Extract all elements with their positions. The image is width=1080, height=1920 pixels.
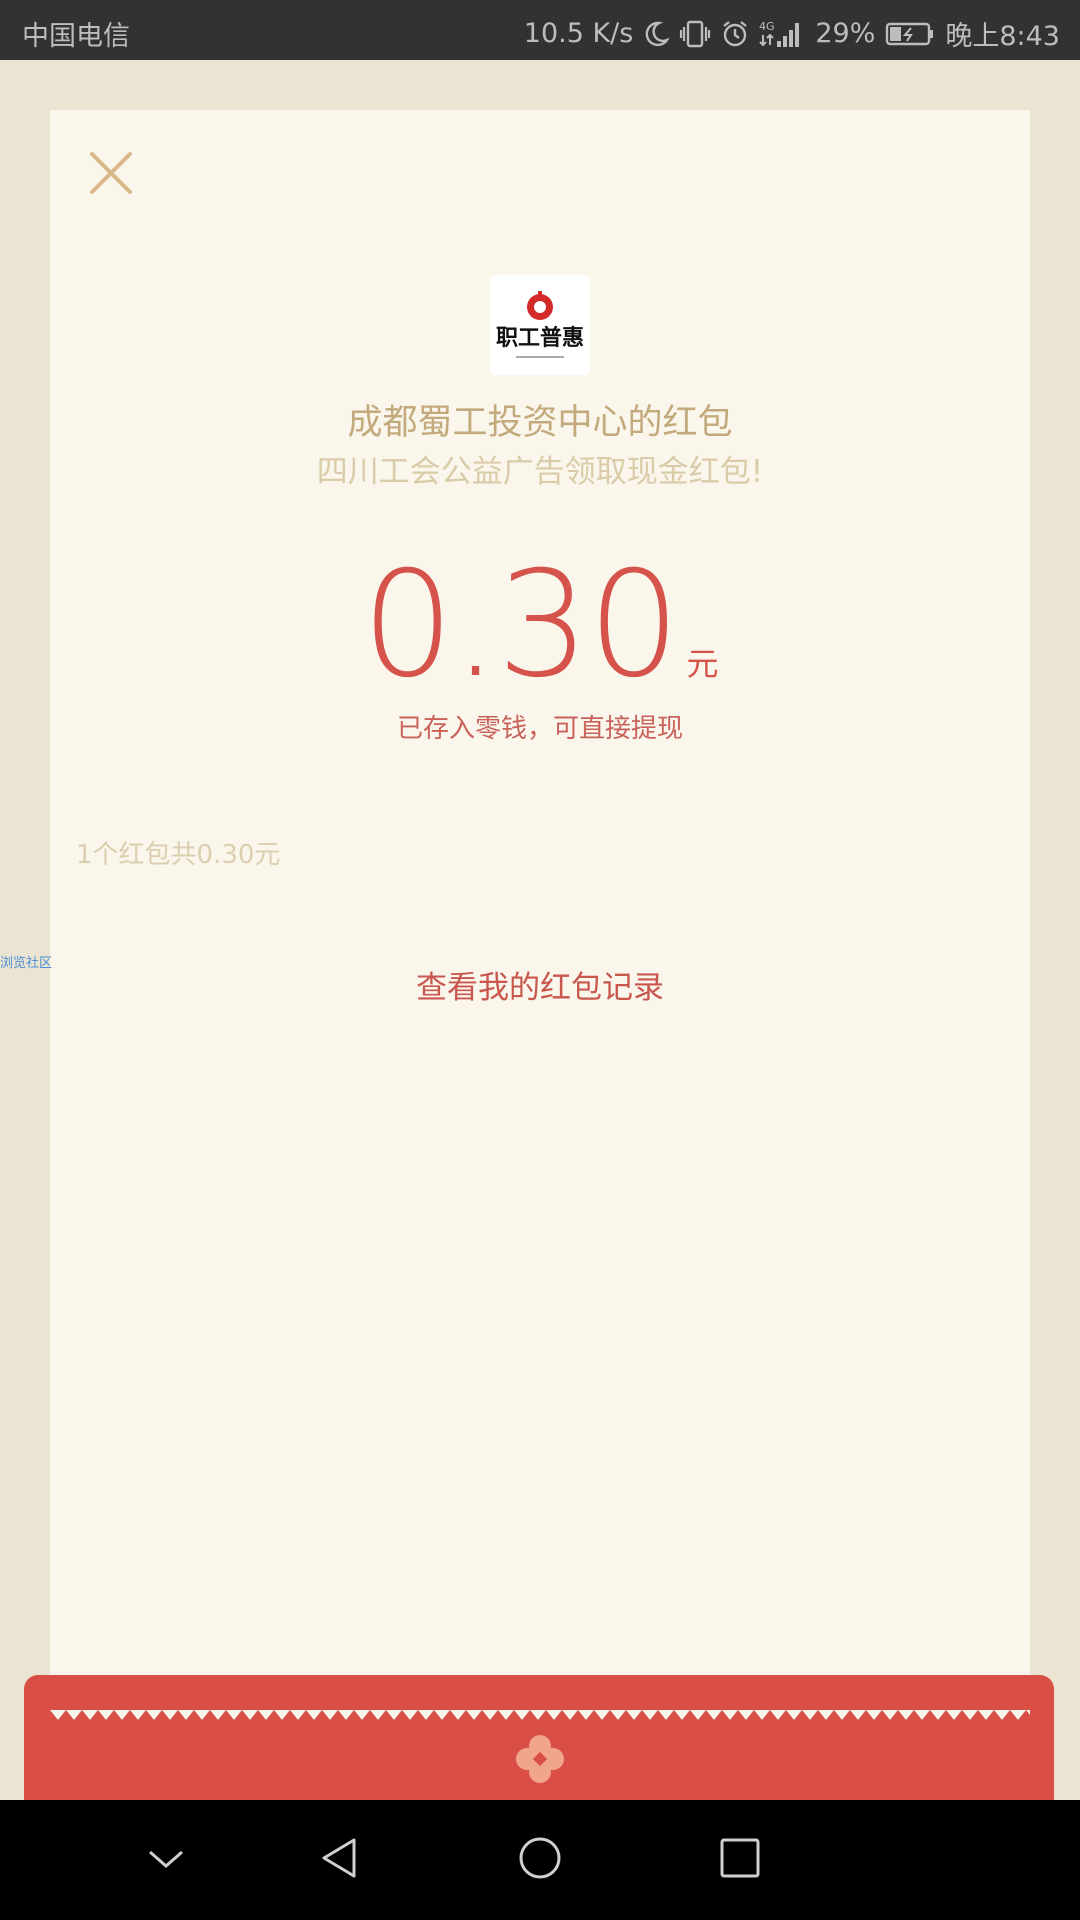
vibrate-icon: [679, 20, 711, 48]
carrier-label: 中国电信: [22, 21, 130, 52]
logo-text: 职工普惠: [496, 325, 584, 351]
network-speed: 10.5 K/s: [523, 18, 634, 49]
navigation-bar: [0, 1800, 1080, 1920]
battery-icon: [885, 21, 935, 47]
close-button[interactable]: [84, 146, 138, 200]
recents-icon: [720, 1838, 760, 1878]
home-button[interactable]: [518, 1836, 562, 1880]
network-type: 4G: [759, 20, 775, 33]
back-button[interactable]: [318, 1836, 362, 1880]
zigzag-edge: [50, 1710, 1030, 1720]
signal-icon: 4G: [759, 19, 805, 49]
amount-unit: 元: [686, 645, 719, 683]
sender-avatar: 职工普惠: [490, 275, 590, 375]
back-icon: [322, 1838, 356, 1878]
alarm-icon: [721, 20, 749, 48]
home-icon: [519, 1837, 561, 1879]
deposit-note: 已存入零钱，可直接提现: [396, 714, 683, 744]
battery-percent: 29%: [815, 18, 876, 49]
amount-display: 0.30 元: [50, 550, 1030, 700]
clock: 晚上8:43: [945, 21, 1060, 52]
recents-button[interactable]: [718, 1836, 762, 1880]
packet-summary: 1个红包共0.30元: [76, 840, 281, 870]
sender-name: 成都蜀工投资中心的红包: [347, 403, 733, 443]
view-records-link[interactable]: 查看我的红包记录: [50, 962, 1030, 1007]
wish-message: 四川工会公益广告领取现金红包!: [316, 454, 764, 490]
close-icon: [90, 152, 132, 194]
red-packet-card: 职工普惠 成都蜀工投资中心的红包 四川工会公益广告领取现金红包! 0.30 元 已…: [50, 110, 1030, 1716]
sender-logo-icon: 职工普惠: [496, 291, 584, 358]
moon-icon: [643, 20, 670, 48]
status-bar: 中国电信 10.5 K/s 4G 29% 晚上8:43: [0, 0, 1080, 60]
amount-value: 0.30: [361, 540, 680, 710]
hide-keyboard-button[interactable]: [144, 1836, 188, 1880]
side-tag[interactable]: 浏览社区: [0, 952, 52, 971]
chevron-down-icon: [149, 1850, 183, 1868]
status-icons: 10.5 K/s 4G 29% 晚上8:43: [524, 14, 1060, 53]
flower-icon: [516, 1735, 564, 1783]
